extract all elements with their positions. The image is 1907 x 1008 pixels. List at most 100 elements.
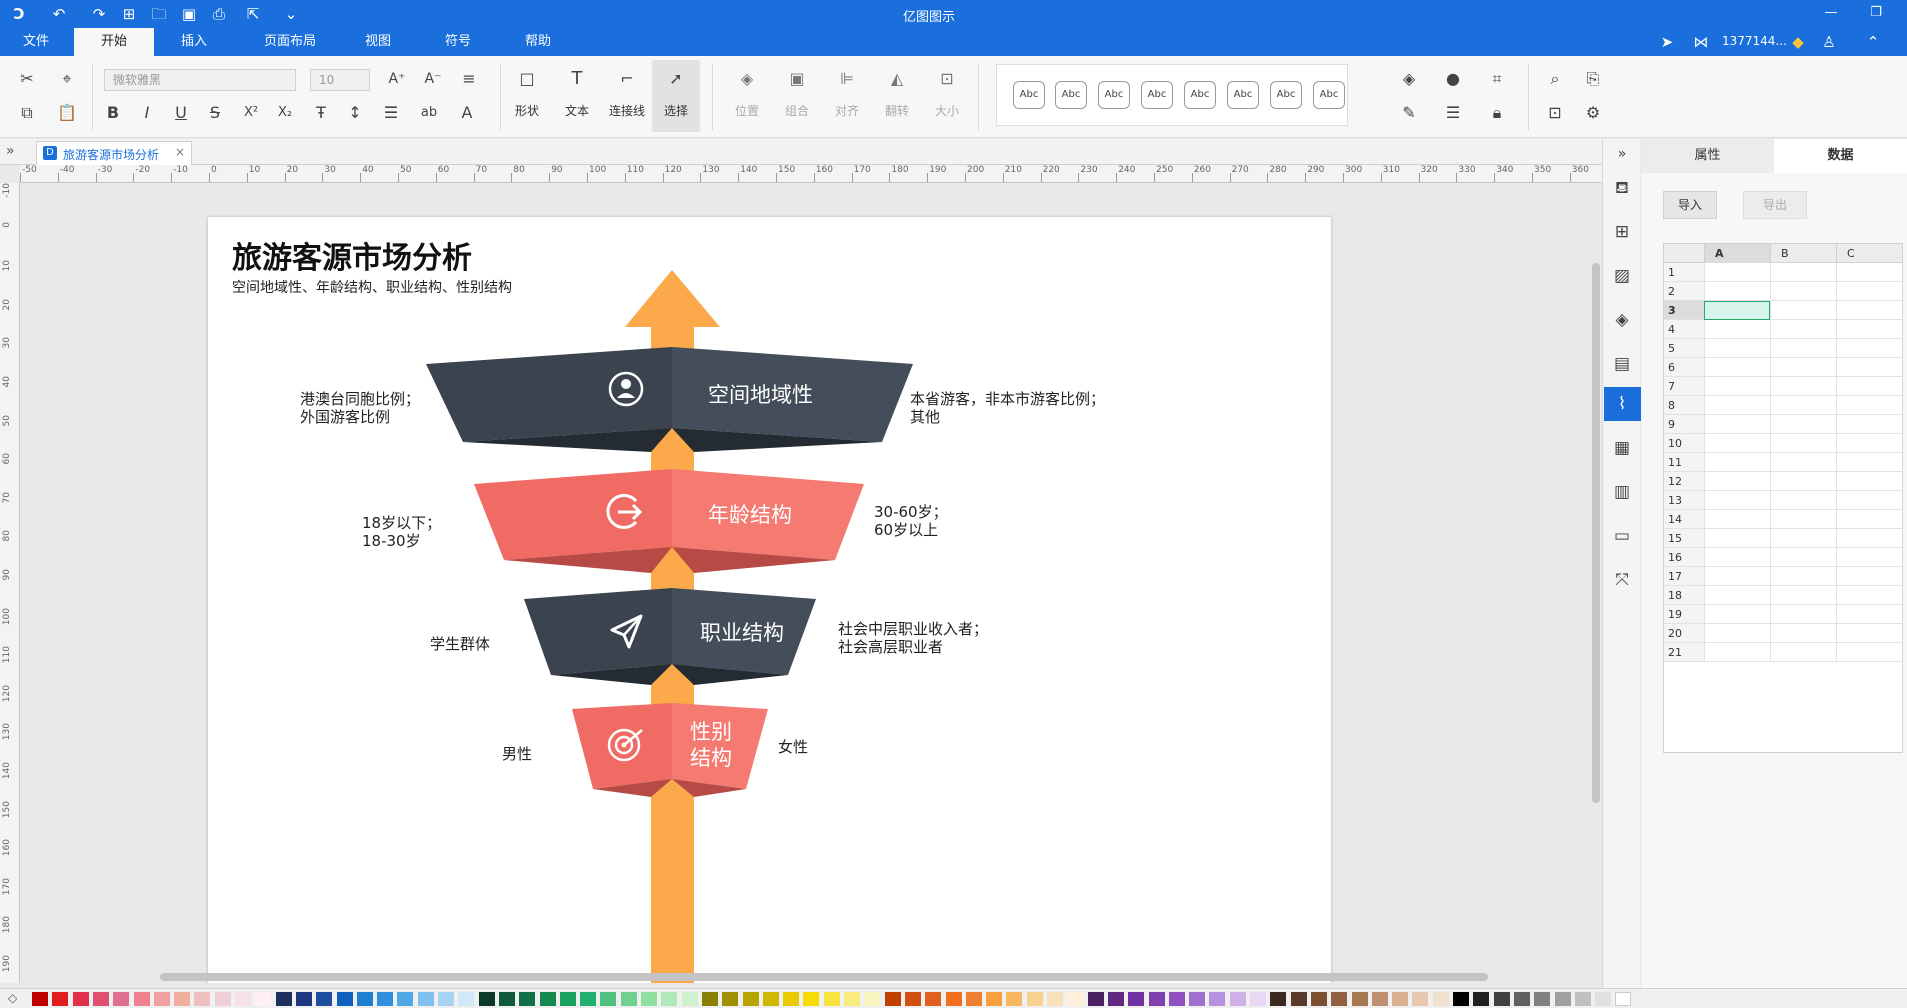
color-swatch[interactable] [336, 992, 353, 1006]
table-cell[interactable] [1704, 320, 1770, 339]
row-header[interactable]: 7 [1664, 377, 1704, 396]
color-swatch[interactable] [986, 992, 1003, 1006]
tier3-left-face[interactable] [524, 588, 672, 675]
table-cell[interactable] [1836, 263, 1902, 282]
crop-icon[interactable]: ⌗ [1484, 66, 1510, 92]
color-swatch[interactable] [1473, 992, 1490, 1006]
color-swatch[interactable] [559, 992, 576, 1006]
export-button[interactable]: 导出 [1743, 191, 1807, 219]
text-style-icon[interactable]: Ŧ [308, 100, 334, 126]
connector-label[interactable]: 连接线 [602, 102, 652, 119]
row-header[interactable]: 16 [1664, 548, 1704, 567]
row-header[interactable]: 8 [1664, 396, 1704, 415]
table-cell[interactable] [1770, 263, 1836, 282]
table-cell[interactable] [1770, 529, 1836, 548]
color-swatch[interactable] [1595, 992, 1612, 1006]
import-button[interactable]: 导入 [1663, 191, 1717, 219]
case-icon[interactable]: ab [416, 100, 442, 126]
more-icon[interactable]: ⌃ [1862, 31, 1884, 53]
table-cell[interactable] [1770, 605, 1836, 624]
shadow-icon[interactable]: ● [1440, 66, 1466, 92]
tier2-left-face[interactable] [474, 469, 672, 560]
table-cell[interactable] [1836, 605, 1902, 624]
size-icon[interactable]: ⊡ [934, 66, 960, 92]
italic-icon[interactable]: I [134, 100, 160, 126]
dashboard-icon[interactable]: ▥ [1609, 479, 1635, 505]
table-cell[interactable] [1770, 320, 1836, 339]
tier4-right-text[interactable]: 女性 [778, 738, 808, 756]
color-swatch[interactable] [844, 992, 860, 1006]
color-swatch[interactable] [194, 992, 211, 1006]
table-cell[interactable] [1770, 643, 1836, 662]
color-swatch[interactable] [661, 992, 678, 1006]
table-cell[interactable] [1704, 358, 1770, 377]
table-cell[interactable] [1770, 491, 1836, 510]
table-cell[interactable] [1704, 472, 1770, 491]
row-header[interactable]: 6 [1664, 358, 1704, 377]
row-header[interactable]: 11 [1664, 453, 1704, 472]
table-cell[interactable] [1704, 377, 1770, 396]
style-preset-1[interactable]: Abc [1013, 81, 1045, 109]
row-header[interactable]: 18 [1664, 586, 1704, 605]
lock-icon[interactable]: 🔒︎ [1484, 100, 1510, 126]
column-header[interactable]: C [1836, 244, 1902, 263]
table-cell[interactable] [1704, 453, 1770, 472]
table-cell[interactable] [1836, 529, 1902, 548]
color-swatch[interactable] [742, 992, 759, 1006]
color-swatch[interactable] [823, 992, 840, 1006]
customize-toolbar-icon[interactable]: ⌄ [280, 3, 302, 25]
color-swatch[interactable] [1493, 992, 1510, 1006]
group-label[interactable]: 组合 [772, 102, 822, 119]
presentation-icon[interactable]: ▭ [1609, 523, 1635, 549]
text-tool-label[interactable]: 文本 [552, 102, 602, 119]
row-header[interactable]: 14 [1664, 510, 1704, 529]
table-cell[interactable] [1836, 396, 1902, 415]
color-swatch[interactable] [1290, 992, 1307, 1006]
grid-layout-icon[interactable]: ⊞ [1609, 219, 1635, 245]
color-swatch[interactable] [1412, 992, 1429, 1006]
font-size-select[interactable]: 10 [310, 69, 370, 91]
page[interactable]: 旅游客源市场分析 空间地域性、年龄结构、职业结构、性别结构 空间地域性 年龄结构… [208, 217, 1331, 983]
row-header[interactable]: 13 [1664, 491, 1704, 510]
tier1-label[interactable]: 空间地域性 [708, 379, 813, 409]
table-cell[interactable] [1770, 358, 1836, 377]
new-file-icon[interactable]: ⊞ [118, 3, 140, 25]
table-cell[interactable] [1704, 491, 1770, 510]
doc-tab[interactable]: D 旅游客源市场分析 × [36, 141, 192, 165]
table-cell[interactable] [1770, 434, 1836, 453]
menu-file[interactable]: 文件 [10, 28, 62, 56]
vertical-scrollbar[interactable] [1592, 263, 1600, 803]
tab-data[interactable]: 数据 [1774, 139, 1907, 173]
underline-icon[interactable]: U [168, 100, 194, 126]
table-cell[interactable] [1836, 643, 1902, 662]
color-swatch[interactable] [803, 992, 820, 1006]
table-cell[interactable] [1704, 548, 1770, 567]
bullet-list-icon[interactable]: ☰ [378, 100, 404, 126]
table-cell[interactable] [1836, 301, 1902, 320]
table-cell[interactable] [1704, 415, 1770, 434]
search-icon[interactable]: ⌕ [1542, 66, 1568, 92]
menu-help[interactable]: 帮助 [510, 28, 566, 56]
color-swatch[interactable] [519, 992, 536, 1006]
color-swatch[interactable] [255, 992, 272, 1006]
table-cell[interactable] [1836, 510, 1902, 529]
find-replace-icon[interactable]: ⎘ [1580, 66, 1606, 92]
shape-icon[interactable]: □ [514, 66, 540, 92]
color-swatch[interactable] [1168, 992, 1185, 1006]
cut-icon[interactable]: ✂ [14, 66, 40, 92]
row-header[interactable]: 9 [1664, 415, 1704, 434]
table-cell[interactable] [1704, 529, 1770, 548]
color-swatch[interactable] [1432, 992, 1449, 1006]
send-icon[interactable]: ➤ [1656, 31, 1678, 53]
save-icon[interactable]: ▣ [178, 3, 200, 25]
data-sheet[interactable]: A B C 1 2 3 4 5 6 7 8 9 10 11 12 13 14 15 16 17 18 19 20 21 [1663, 243, 1903, 753]
horizontal-scrollbar[interactable] [160, 973, 1488, 981]
table-cell[interactable] [1770, 377, 1836, 396]
table-cell[interactable] [1836, 472, 1902, 491]
line-color-icon[interactable]: ✎ [1396, 100, 1422, 126]
tier1-left-text[interactable]: 港澳台同胞比例； 外国游客比例 [300, 390, 420, 426]
color-swatch[interactable] [1270, 992, 1287, 1006]
menu-insert[interactable]: 插入 [166, 28, 222, 56]
tier2-left-text[interactable]: 18岁以下； 18-30岁 [362, 514, 441, 550]
color-swatch[interactable] [701, 992, 718, 1006]
